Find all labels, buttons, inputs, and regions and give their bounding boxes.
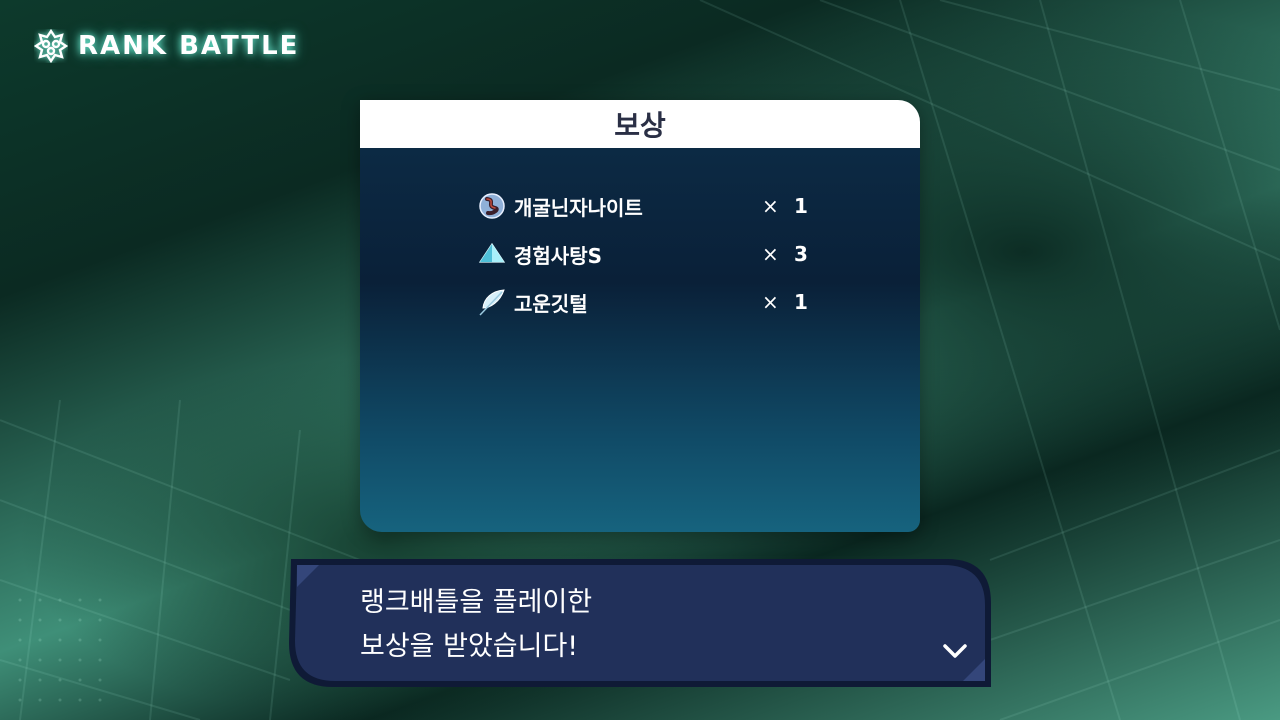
reward-panel-title: 보상: [360, 100, 920, 148]
message-dialog[interactable]: 랭크배틀을 플레이한 보상을 받았습니다!: [287, 557, 993, 689]
dusk-stone-icon: [478, 192, 506, 220]
reward-item: 개굴닌자나이트 × 1: [360, 182, 920, 230]
rank-battle-title: RANK BATTLE: [34, 28, 299, 64]
dialog-message: 랭크배틀을 플레이한 보상을 받았습니다!: [360, 581, 592, 669]
reward-item-quantity: 1: [794, 194, 808, 218]
exp-candy-icon: [478, 240, 506, 268]
reward-panel: 보상 개굴닌자나이트 × 1 경험사탕S × 3 고운깃털 × 1: [360, 100, 920, 532]
multiply-sign: ×: [762, 194, 779, 218]
reward-item-name: 개굴닌자나이트: [514, 195, 643, 220]
dialog-line: 랭크배틀을 플레이한: [360, 587, 593, 618]
dialog-line: 보상을 받았습니다!: [360, 631, 579, 662]
reward-item-quantity: 3: [794, 242, 808, 266]
reward-item-name: 경험사탕S: [514, 243, 603, 268]
multiply-sign: ×: [762, 242, 779, 266]
reward-list: 개굴닌자나이트 × 1 경험사탕S × 3 고운깃털 × 1: [360, 148, 920, 532]
gear-badge-icon: [34, 29, 68, 63]
reward-item: 고운깃털 × 1: [360, 278, 920, 326]
feather-icon: [478, 288, 506, 316]
reward-item: 경험사탕S × 3: [360, 230, 920, 278]
reward-item-quantity: 1: [794, 290, 808, 314]
multiply-sign: ×: [762, 290, 779, 314]
reward-item-name: 고운깃털: [514, 291, 588, 316]
page-title: RANK BATTLE: [78, 31, 300, 61]
